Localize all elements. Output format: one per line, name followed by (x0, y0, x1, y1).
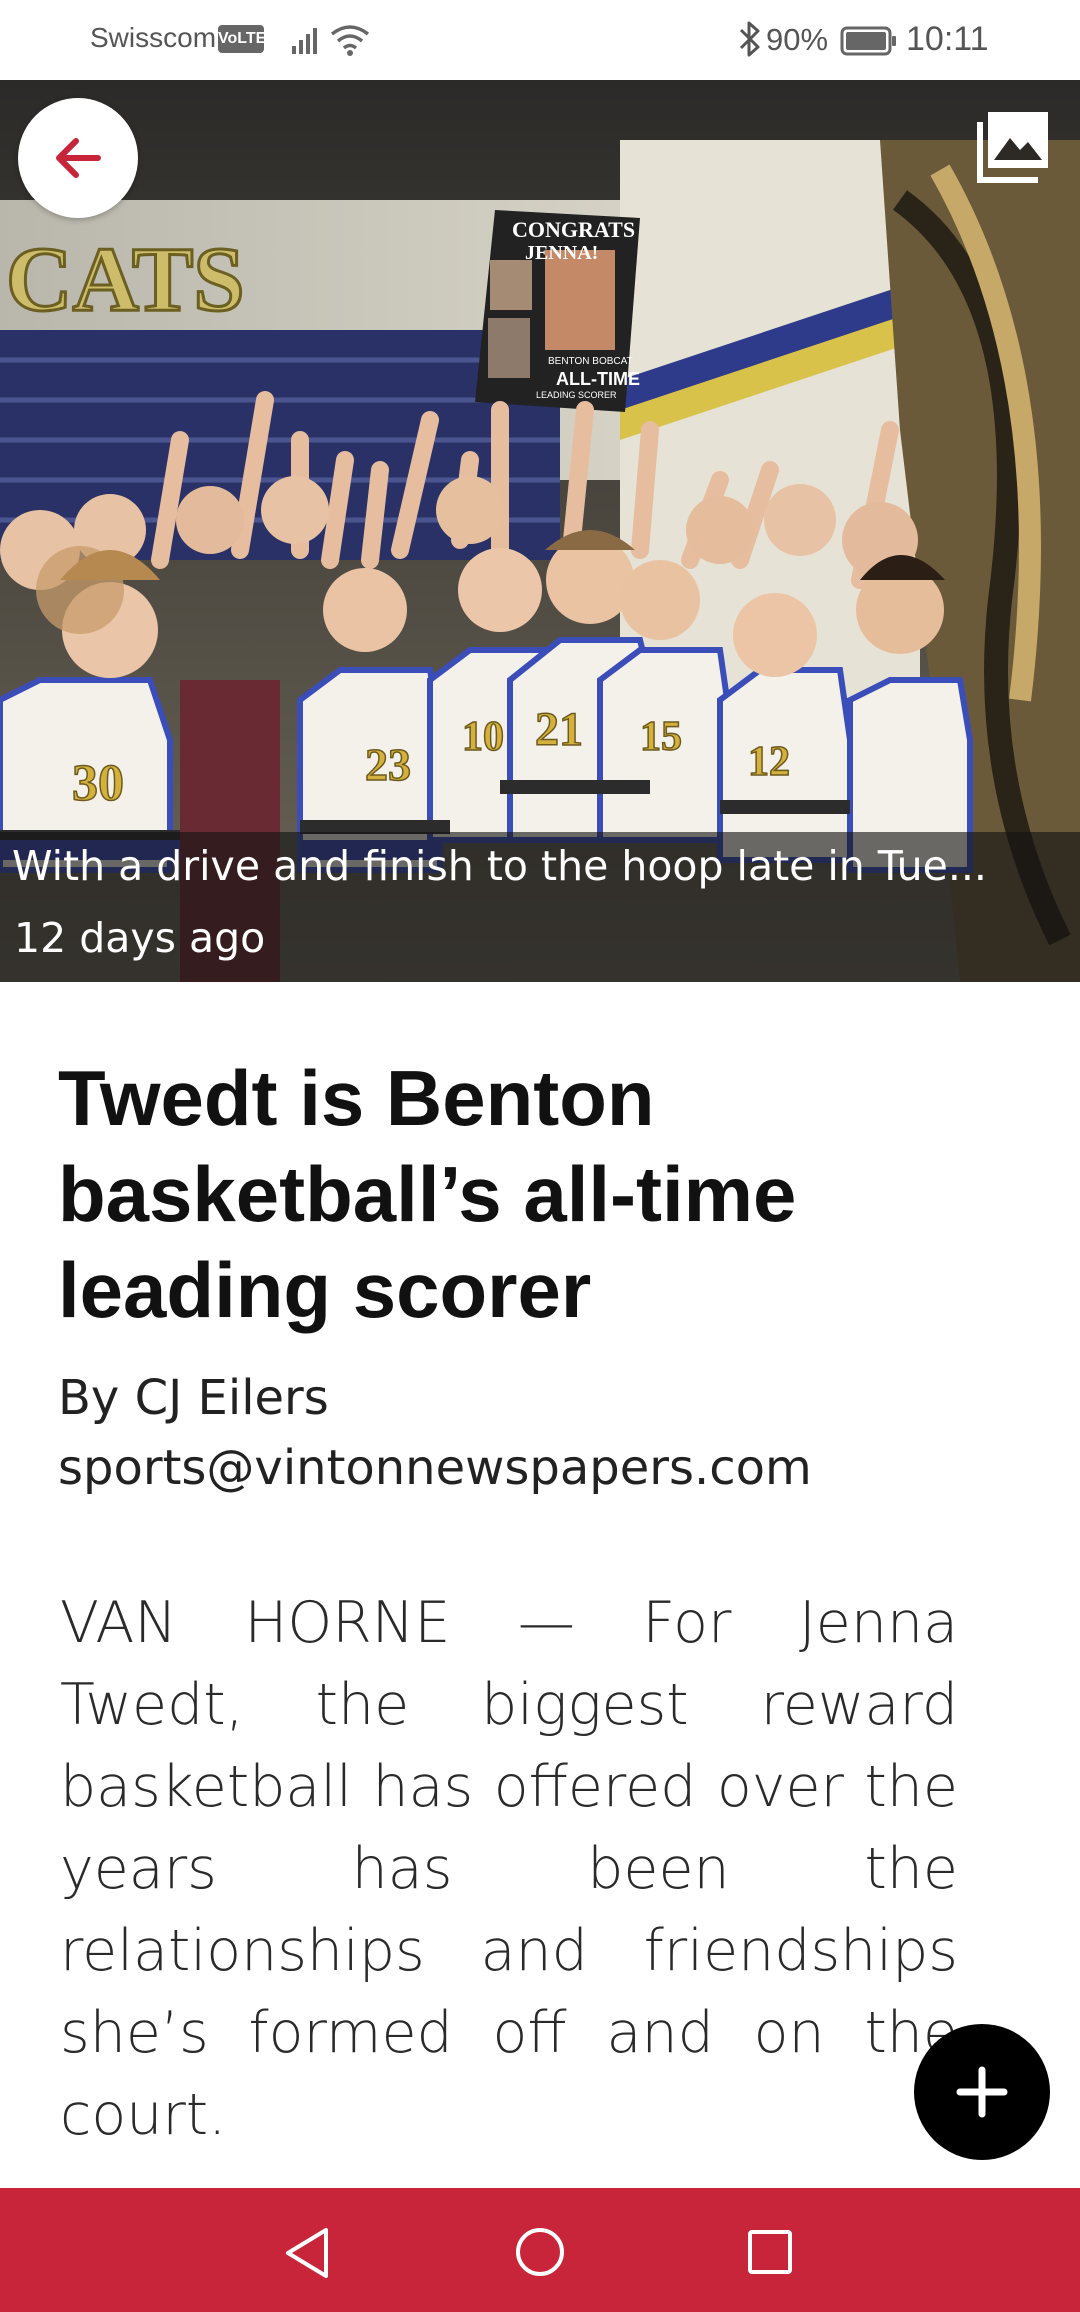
signal-icon (292, 28, 317, 54)
author-email[interactable]: sports@vintonnewspapers.com (58, 1440, 812, 1496)
carrier-label: Swisscom (90, 22, 217, 53)
arrow-left-icon (56, 138, 101, 178)
circle-home-icon[interactable] (514, 2226, 566, 2278)
battery-icon (840, 26, 896, 56)
wifi-icon (330, 25, 370, 56)
plus-icon (956, 2066, 1008, 2118)
congrats-sign: CONGRATS JENNA! BENTON BOBCAT ALL-TIME L… (475, 210, 640, 412)
caption-overlay: With a drive and finish to the hoop late… (0, 832, 1080, 982)
sign-line-2: JENNA! (525, 242, 598, 264)
image-gallery-icon[interactable] (974, 108, 1052, 186)
sign-line-1: CONGRATS (512, 217, 635, 242)
jersey-number-2: 23 (365, 739, 411, 790)
wall-lettering: CATS (6, 228, 245, 330)
clock: 10:11 (906, 20, 989, 58)
sign-line-5: LEADING SCORER (536, 390, 617, 400)
jersey-number-3: 10 (462, 714, 504, 760)
byline: By CJ Eilers (58, 1370, 329, 1426)
sign-line-4: ALL-TIME (556, 369, 640, 389)
article-title: Twedt is Benton basketball’s all-time le… (58, 1054, 797, 1334)
publish-date: 12 days ago (14, 914, 266, 962)
sign-line-3: BENTON BOBCAT (548, 356, 633, 367)
status-bar: Swisscom VoLTE 90% 10:11 (0, 0, 1080, 80)
triangle-back-icon[interactable] (282, 2226, 332, 2280)
system-navigation-bar (0, 2188, 1080, 2312)
photo-caption: With a drive and finish to the hoop late… (12, 842, 987, 890)
jersey-number-1: 30 (72, 755, 124, 812)
volte-badge: VoLTE (218, 25, 266, 53)
article-body: VAN HORNE — For Jenna Twedt, the biggest… (60, 1590, 958, 2148)
jersey-number-4: 21 (535, 703, 583, 756)
hero-image[interactable]: CATS CONGRATS JENNA! BENTON BOBCAT ALL-T… (0, 80, 1080, 982)
article-screen: Swisscom VoLTE 90% 10:11 CATS CONGRATS J… (0, 0, 1080, 2312)
jersey-number-6: 12 (748, 739, 790, 785)
battery-percent: 90% (766, 22, 829, 57)
square-recents-icon[interactable] (746, 2228, 794, 2276)
back-button[interactable] (18, 98, 138, 218)
add-button[interactable] (914, 2024, 1050, 2160)
jersey-number-5: 15 (640, 714, 682, 760)
bluetooth-icon (739, 21, 760, 57)
